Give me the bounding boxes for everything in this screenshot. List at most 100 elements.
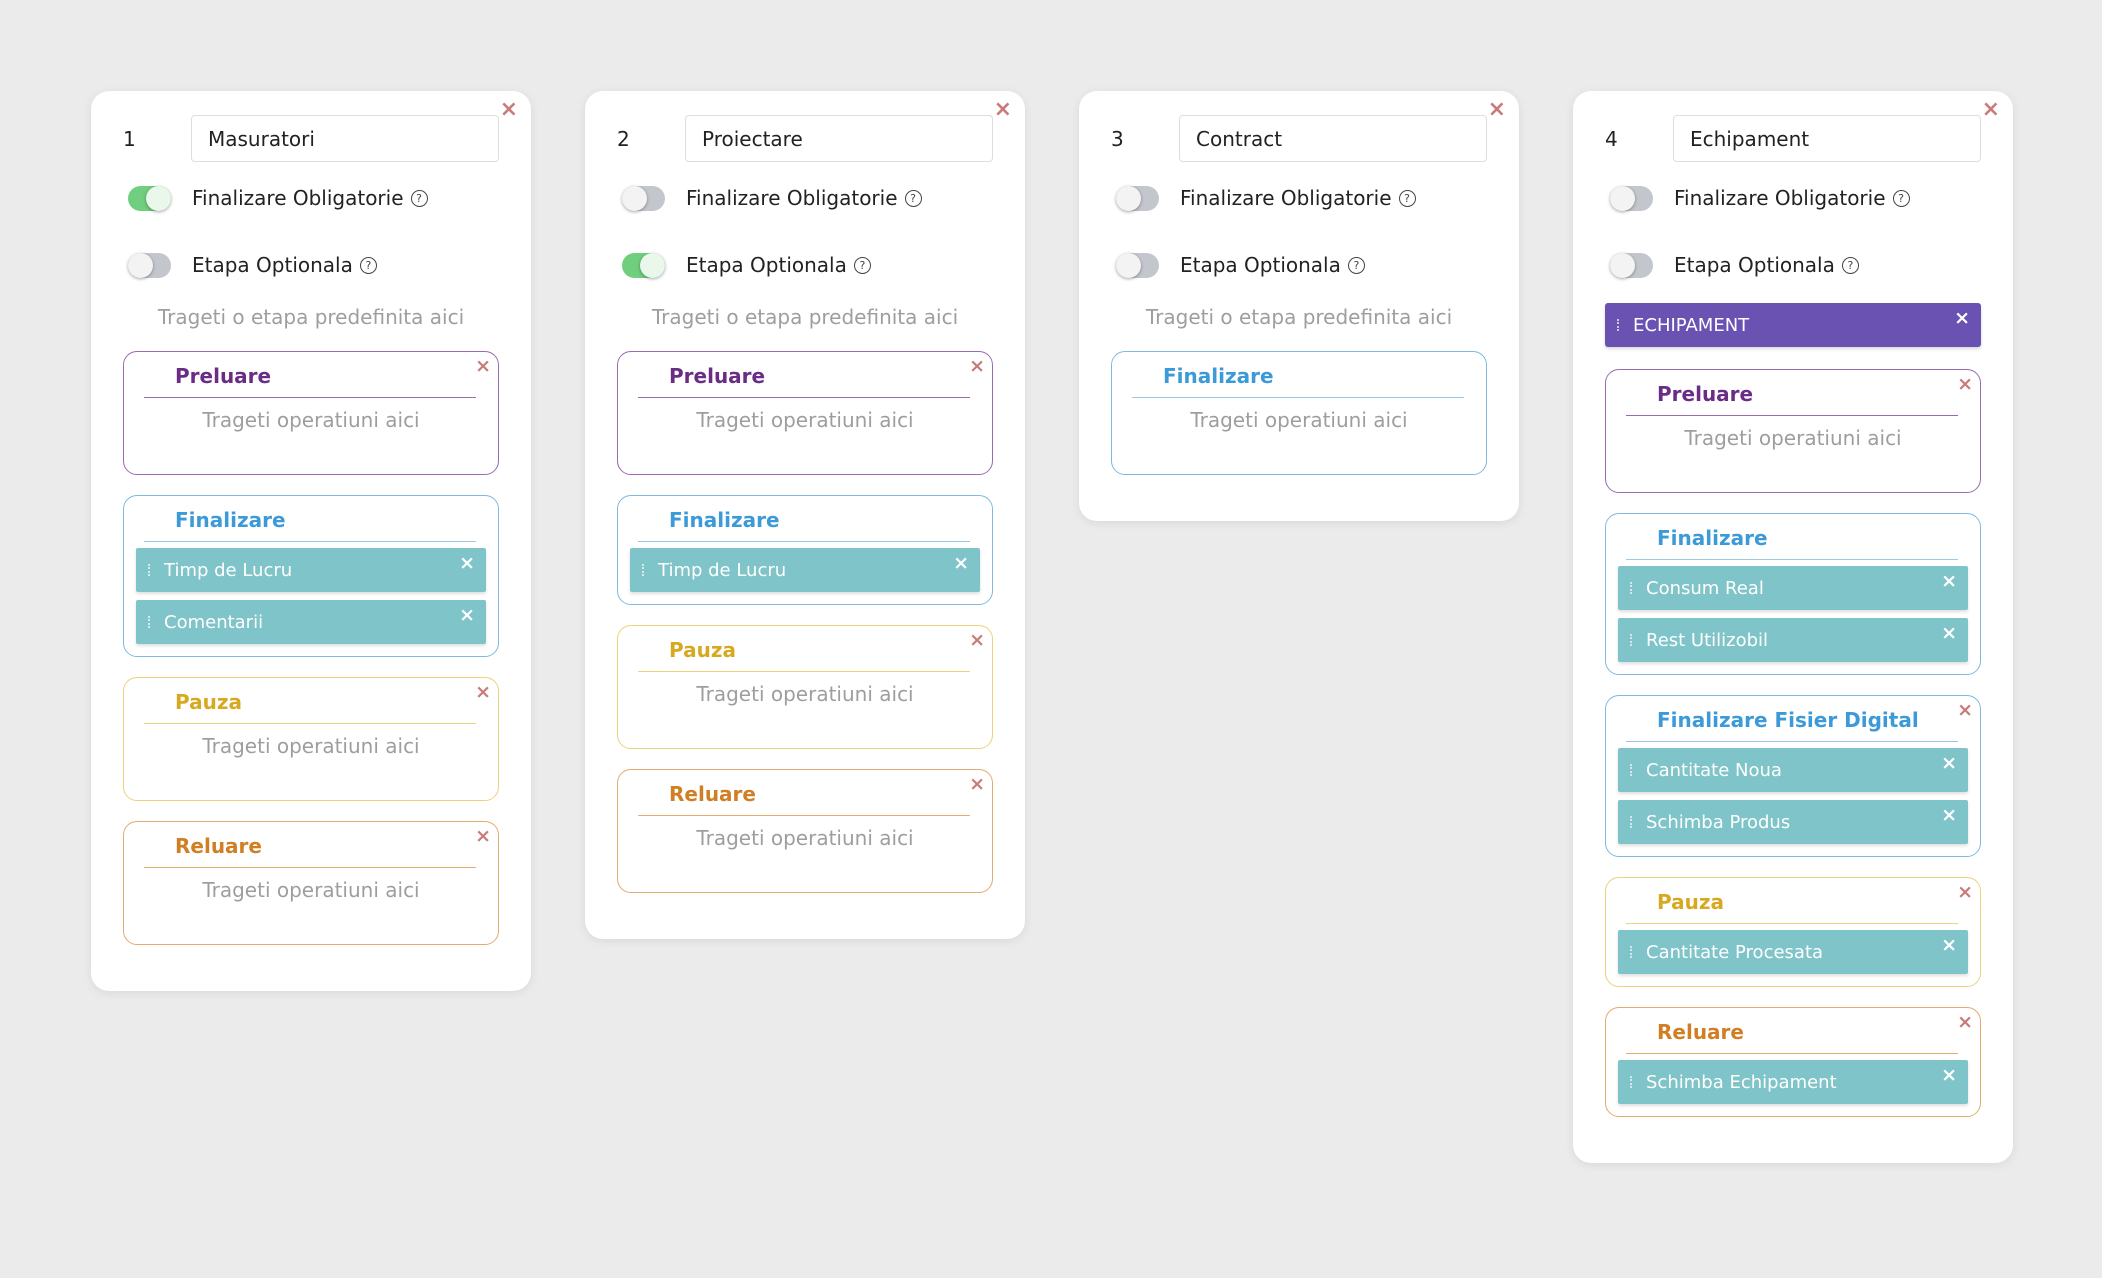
stage-header: 2 — [617, 115, 993, 162]
operations-list: Timp de Lucru × Comentarii × — [136, 542, 486, 644]
close-icon[interactable]: × — [1957, 883, 1973, 902]
stages-board: ×1Finalizare Obligatorie?Etapa Optionala… — [91, 91, 2013, 1163]
close-icon[interactable]: × — [1941, 1066, 1957, 1085]
stage-card: ×1Finalizare Obligatorie?Etapa Optionala… — [91, 91, 531, 991]
drag-handle-icon[interactable] — [1617, 319, 1622, 331]
close-icon[interactable]: × — [1941, 936, 1957, 955]
help-icon[interactable]: ? — [410, 189, 428, 207]
close-icon[interactable]: × — [475, 827, 491, 846]
close-icon[interactable]: × — [475, 683, 491, 702]
optional-stage-label: Etapa Optionala — [192, 253, 353, 277]
close-icon[interactable]: × — [994, 99, 1012, 121]
operations-drop-hint: Trageti operatiuni aici — [696, 408, 914, 432]
optional-stage-label: Etapa Optionala — [1674, 253, 1835, 277]
section-title: Reluare — [144, 834, 476, 868]
predefined-drop-hint: Trageti o etapa predefinita aici — [1145, 305, 1453, 329]
help-icon[interactable]: ? — [1398, 189, 1416, 207]
help-icon[interactable]: ? — [904, 189, 922, 207]
section-finalizare: Finalizare Timp de Lucru × Comentarii × — [123, 495, 499, 657]
drag-handle-icon[interactable] — [1630, 764, 1635, 776]
required-finish-toggle[interactable] — [1116, 185, 1159, 211]
operation-item[interactable]: Timp de Lucru × — [630, 548, 980, 592]
stage-card: ×4Finalizare Obligatorie?Etapa Optionala… — [1573, 91, 2013, 1163]
operation-item[interactable]: Consum Real × — [1618, 566, 1968, 610]
drag-handle-icon[interactable] — [148, 564, 153, 576]
operation-item[interactable]: Timp de Lucru × — [136, 548, 486, 592]
close-icon[interactable]: × — [1941, 624, 1957, 643]
close-icon[interactable]: × — [1957, 375, 1973, 394]
drag-handle-icon[interactable] — [642, 564, 647, 576]
operation-item[interactable]: Schimba Echipament × — [1618, 1060, 1968, 1104]
toggle-knob — [1610, 252, 1635, 278]
stage-name-input[interactable] — [1673, 115, 1981, 162]
operation-item[interactable]: Cantitate Procesata × — [1618, 930, 1968, 974]
optional-stage-toggle[interactable] — [1610, 252, 1653, 278]
close-icon[interactable]: × — [475, 357, 491, 376]
operations-list: Cantitate Noua × Schimba Produs × — [1618, 742, 1968, 844]
required-finish-label: Finalizare Obligatorie — [686, 186, 898, 210]
toggle-knob — [146, 185, 171, 211]
required-finish-toggle[interactable] — [128, 185, 171, 211]
predefined-stage-item[interactable]: ECHIPAMENT × — [1605, 303, 1981, 347]
drag-handle-icon[interactable] — [1630, 1076, 1635, 1088]
optional-stage-toggle[interactable] — [128, 252, 171, 278]
help-icon[interactable]: ? — [853, 256, 871, 274]
section-pauza: × Pauza Cantitate Procesata × — [1605, 877, 1981, 987]
close-icon[interactable]: × — [1982, 99, 2000, 121]
help-icon[interactable]: ? — [359, 256, 377, 274]
optional-stage-toggle[interactable] — [1116, 252, 1159, 278]
close-icon[interactable]: × — [1941, 572, 1957, 591]
close-icon[interactable]: × — [1488, 99, 1506, 121]
section-title: Preluare — [144, 364, 476, 398]
help-icon[interactable]: ? — [1347, 256, 1365, 274]
drag-handle-icon[interactable] — [1630, 582, 1635, 594]
close-icon[interactable]: × — [459, 554, 475, 573]
drag-handle-icon[interactable] — [1630, 946, 1635, 958]
required-finish-label: Finalizare Obligatorie — [192, 186, 404, 210]
stage-name-input[interactable] — [1179, 115, 1487, 162]
operation-label: Schimba Produs — [1646, 811, 1791, 833]
required-finish-toggle[interactable] — [622, 185, 665, 211]
operations-drop-hint: Trageti operatiuni aici — [1190, 408, 1408, 432]
drag-handle-icon[interactable] — [1630, 816, 1635, 828]
optional-stage-row: Etapa Optionala? — [617, 249, 993, 281]
section-preluare: × Preluare Trageti operatiuni aici — [1605, 369, 1981, 493]
drag-handle-icon[interactable] — [1630, 634, 1635, 646]
close-icon[interactable]: × — [1957, 1013, 1973, 1032]
toggle-knob — [1116, 185, 1141, 211]
operation-label: Rest Utilizobil — [1646, 629, 1769, 651]
operation-item[interactable]: Comentarii × — [136, 600, 486, 644]
section-preluare: × Preluare Trageti operatiuni aici — [617, 351, 993, 475]
close-icon[interactable]: × — [1957, 701, 1973, 720]
stage-name-input[interactable] — [685, 115, 993, 162]
optional-stage-label: Etapa Optionala — [1180, 253, 1341, 277]
close-icon[interactable]: × — [953, 554, 969, 573]
close-icon[interactable]: × — [969, 775, 985, 794]
required-finish-toggle[interactable] — [1610, 185, 1653, 211]
operation-label: Consum Real — [1646, 577, 1764, 599]
close-icon[interactable]: × — [969, 357, 985, 376]
stage-name-input[interactable] — [191, 115, 499, 162]
stage-card: ×2Finalizare Obligatorie?Etapa Optionala… — [585, 91, 1025, 939]
close-icon[interactable]: × — [969, 631, 985, 650]
toggle-knob — [640, 252, 665, 278]
help-icon[interactable]: ? — [1841, 256, 1859, 274]
close-icon[interactable]: × — [1941, 754, 1957, 773]
drag-handle-icon[interactable] — [148, 616, 153, 628]
optional-stage-toggle[interactable] — [622, 252, 665, 278]
operation-item[interactable]: Schimba Produs × — [1618, 800, 1968, 844]
section-title: Reluare — [638, 782, 970, 816]
close-icon[interactable]: × — [1954, 309, 1970, 328]
close-icon[interactable]: × — [459, 606, 475, 625]
section-reluare: × Reluare Trageti operatiuni aici — [617, 769, 993, 893]
optional-stage-row: Etapa Optionala? — [123, 249, 499, 281]
help-icon[interactable]: ? — [1892, 189, 1910, 207]
section-title: Pauza — [144, 690, 476, 724]
close-icon[interactable]: × — [500, 99, 518, 121]
stage-header: 1 — [123, 115, 499, 162]
operations-list: Schimba Echipament × — [1618, 1054, 1968, 1104]
close-icon[interactable]: × — [1941, 806, 1957, 825]
operation-item[interactable]: Rest Utilizobil × — [1618, 618, 1968, 662]
section-title: Finalizare — [1626, 526, 1958, 560]
operation-item[interactable]: Cantitate Noua × — [1618, 748, 1968, 792]
